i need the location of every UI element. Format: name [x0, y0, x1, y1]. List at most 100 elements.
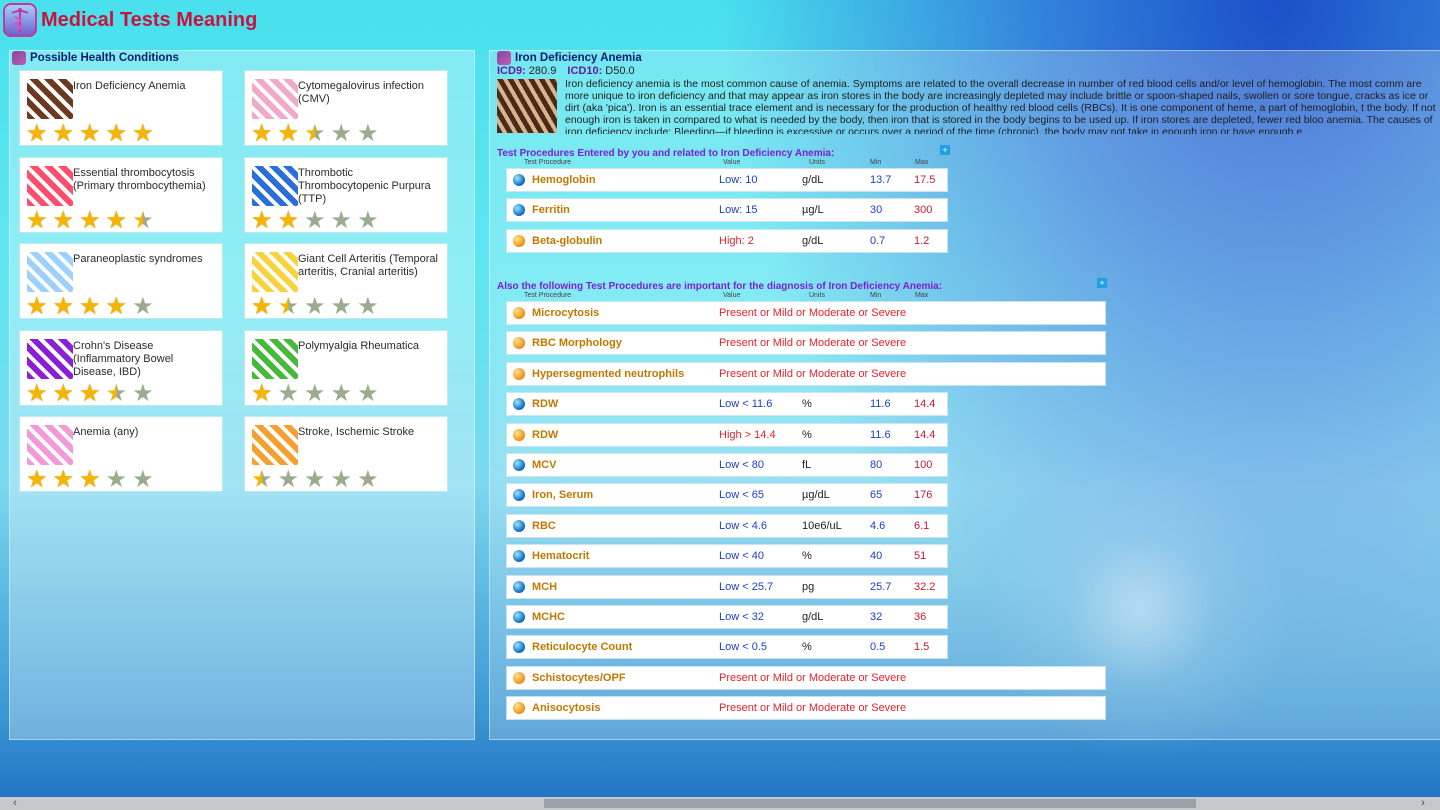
test-name: RBC — [532, 519, 556, 532]
test-row[interactable]: Anisocytosis Present or Mild or Moderate … — [507, 697, 1105, 720]
test-units: g/dL — [802, 234, 824, 247]
star-icon: ★ — [26, 293, 48, 320]
icd9-label: ICD9: — [497, 65, 526, 77]
icd-codes: ICD9: 280.9 ICD10: D50.0 — [497, 65, 635, 77]
condition-thumbnail — [27, 425, 73, 465]
test-value: Present or Mild or Moderate or Severe — [719, 671, 907, 684]
caduceus-logo-icon — [3, 3, 37, 37]
col-value: Value — [723, 159, 741, 166]
test-max: 17.5 — [914, 174, 936, 186]
test-min: 13.7 — [870, 174, 892, 186]
test-name: Microcytosis — [532, 307, 600, 319]
condition-card[interactable]: Anemia (any) ★ ★ ★ ★ ★ — [20, 417, 222, 493]
test-row[interactable]: MCH Low < 25.7 pg 25.7 32.2 — [507, 575, 947, 598]
test-row[interactable]: Ferritin Low: 15 µg/L 30 300 — [507, 199, 947, 222]
test-row[interactable]: MCHC Low < 32 g/dL 32 36 — [507, 606, 947, 628]
condition-thumbnail — [27, 252, 73, 292]
icd10-value: D50.0 — [605, 65, 635, 77]
test-row[interactable]: Reticulocyte Count Low < 0.5% 0.5 1.5 — [507, 636, 947, 659]
test-min: 11.6 — [870, 398, 891, 411]
test-row[interactable]: Hematocrit Low < 40% 40 51 — [507, 545, 947, 568]
scroll-right-arrow[interactable]: › — [1416, 797, 1430, 810]
test-value: Low < 40 — [719, 550, 764, 563]
star-icon: ★ — [330, 293, 353, 320]
condition-name: Anemia (any) — [73, 426, 139, 438]
condition-thumbnail — [27, 79, 73, 119]
condition-card[interactable]: Essential thrombocytosis (Primary thromb… — [20, 157, 222, 234]
test-units: % — [802, 428, 812, 441]
also-tests-title: Also the following Test Procedures are i… — [497, 281, 943, 292]
conditions-header: Possible Health Conditions — [12, 51, 179, 65]
condition-card[interactable]: Crohn's Disease (Inflammatory Bowel Dise… — [20, 330, 222, 407]
col-min: Min — [870, 292, 882, 299]
star-icon: ★ — [52, 466, 75, 493]
test-min: 65 — [870, 489, 883, 502]
star-icon: ★ — [52, 293, 75, 320]
test-row[interactable]: Beta-globulin High: 2 g/dL 0.7 1.2 — [507, 229, 947, 252]
test-max: 300 — [914, 204, 933, 217]
col-value: Value — [723, 292, 741, 299]
test-row[interactable]: RBC Low < 4.6 10e6/uL 4.6 6.1 — [507, 514, 947, 537]
test-row[interactable]: Hemoglobin Low: 10 g/dL 13.7 17.5 — [507, 169, 947, 191]
expand-also-button[interactable]: + — [1097, 278, 1107, 288]
condition-thumbnail — [27, 338, 73, 379]
star-icon: ★ — [330, 379, 353, 407]
test-row[interactable]: MCV Low < 80 fL 80 100 — [507, 454, 947, 476]
condition-card[interactable]: Giant Cell Arteritis (Temporal arteritis… — [245, 244, 447, 320]
star-icon: ★ — [52, 379, 75, 407]
star-icon: ★ — [79, 120, 101, 147]
test-min: 11.6 — [870, 428, 891, 441]
star-icon: ★ — [304, 206, 326, 234]
condition-card[interactable]: Iron Deficiency Anemia ★ ★ ★ ★ ★ — [20, 71, 222, 147]
test-row[interactable]: Iron, Serum Low < 65 µg/dL 65 176 — [507, 484, 947, 507]
test-name: Anisocytosis — [532, 702, 601, 715]
arrow-circle-icon — [513, 641, 525, 654]
scroll-thumb[interactable] — [544, 799, 1196, 808]
horizontal-scrollbar[interactable]: ‹ › — [0, 797, 1440, 810]
test-row[interactable]: Microcytosis Present or Mild or Moderate … — [507, 302, 1105, 324]
test-name: Ferritin — [532, 204, 570, 217]
conditions-panel: Possible Health Conditions Iron Deficien… — [9, 50, 475, 740]
condition-card[interactable]: Polymyalgia Rheumatica ★ ★ ★ ★ ★ — [245, 330, 447, 407]
condition-card[interactable]: Cytomegalovirus infection (CMV) ★ ★ ★ ★ ★ — [245, 71, 447, 146]
condition-card[interactable]: Stroke, Ischemic Stroke ★ ★ ★ ★ ★ — [245, 417, 447, 492]
rating-stars: ★ ★ ★ ★ ★ — [251, 293, 379, 320]
expand-entered-button[interactable]: + — [940, 145, 950, 155]
condition-card[interactable]: Paraneoplastic syndromes ★ ★ ★ ★ ★ — [20, 244, 222, 320]
test-value: Present or Mild or Moderate or Severe — [719, 702, 907, 715]
test-units: fL — [802, 459, 812, 471]
star-icon: ★ — [105, 206, 128, 234]
test-units: % — [802, 550, 812, 563]
test-units: µg/L — [802, 204, 824, 217]
detail-header: Iron Deficiency Anemia — [497, 51, 642, 65]
test-units: % — [802, 641, 812, 654]
star-icon: ★ — [132, 206, 154, 234]
test-row[interactable]: RDW Low < 11.6% 11.6 14.4 — [507, 393, 947, 416]
check-circle-icon — [513, 428, 525, 441]
condition-image — [497, 79, 557, 133]
test-name: RDW — [532, 428, 559, 441]
rating-stars: ★ ★ ★ ★ ★ — [26, 466, 154, 493]
test-row[interactable]: RDW High > 14.4% 11.6 14.4 — [507, 423, 947, 446]
col-max: Max — [915, 292, 929, 299]
test-row[interactable]: RBC Morphology Present or Mild or Moderat… — [507, 332, 1105, 355]
arrow-circle-icon — [513, 489, 525, 502]
col-max: Max — [915, 159, 929, 166]
check-circle-icon — [513, 367, 525, 380]
test-min: 4.6 — [870, 519, 886, 532]
test-row[interactable]: Hypersegmented neutrophils Present or Mil… — [507, 362, 1105, 385]
condition-card[interactable]: Thrombotic Thrombocytopenic Purpura (TTP… — [245, 157, 447, 234]
star-icon: ★ — [277, 293, 300, 320]
star-icon: ★ — [105, 466, 128, 493]
rating-stars: ★ ★ ★ ★ ★ — [26, 206, 154, 234]
test-name: Iron, Serum — [532, 489, 594, 502]
test-row[interactable]: Schistocytes/OPF Present or Mild or Moder… — [507, 666, 1105, 689]
scroll-left-arrow[interactable]: ‹ — [8, 797, 22, 810]
app-title: Medical Tests Meaning — [41, 8, 258, 31]
col-units: Units — [809, 159, 825, 166]
col-units: Units — [809, 292, 825, 299]
test-name: Schistocytes/OPF — [532, 671, 626, 684]
test-units: g/dL — [802, 174, 824, 186]
test-max: 36 — [914, 611, 927, 623]
star-icon: ★ — [79, 293, 101, 320]
